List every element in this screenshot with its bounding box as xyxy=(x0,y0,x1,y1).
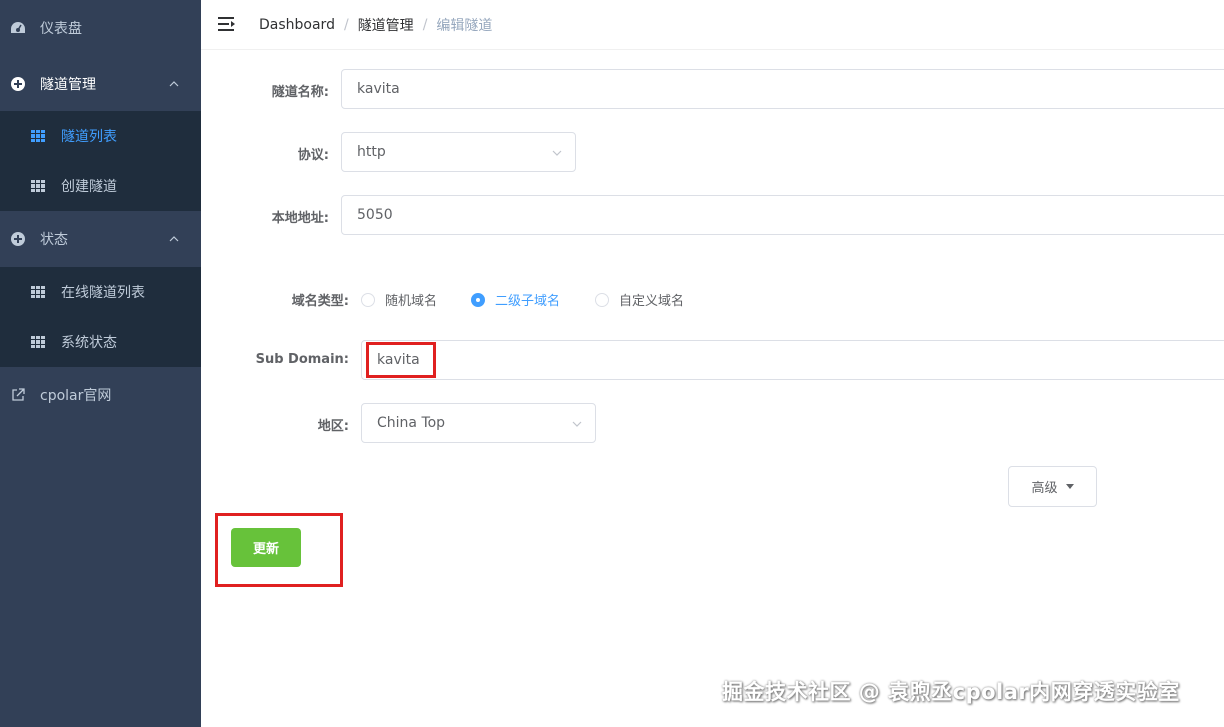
update-label: 更新 xyxy=(252,542,279,557)
sidebar-item-label: 创建隧道 xyxy=(61,179,117,195)
radio-circle xyxy=(595,292,609,307)
sidebar-item-create-tunnel[interactable]: 创建隧道 xyxy=(0,161,201,211)
radio-circle-checked xyxy=(471,292,485,307)
radio-label: 二级子域名 xyxy=(495,294,561,309)
sidebar-item-system-status[interactable]: 系统状态 xyxy=(0,317,201,367)
sidebar-item-tunnel-list[interactable]: 隧道列表 xyxy=(0,111,201,161)
external-link-icon xyxy=(10,387,26,403)
top-header: Dashboard / 隧道管理 / 编辑隧道 xyxy=(201,0,1224,50)
radio-label: 随机域名 xyxy=(385,294,438,309)
sub-domain-input[interactable]: kavita xyxy=(361,340,1224,380)
dashboard-icon xyxy=(10,20,26,36)
chevron-up-icon xyxy=(168,78,180,90)
sidebar-item-label: 在线隧道列表 xyxy=(61,285,145,301)
sub-domain-label: Sub Domain: xyxy=(255,352,349,367)
grid-icon xyxy=(31,180,45,192)
tunnel-name-label: 隧道名称: xyxy=(271,85,329,100)
sidebar-item-tunnel-management[interactable]: 隧道管理 xyxy=(0,56,201,112)
local-address-value: 5050 xyxy=(357,207,393,223)
local-address-label: 本地地址: xyxy=(271,211,329,226)
subdomain-highlight-box xyxy=(366,342,436,378)
radio-circle xyxy=(361,292,375,307)
sidebar-item-dashboard[interactable]: 仪表盘 xyxy=(0,0,201,56)
breadcrumb: Dashboard / 隧道管理 / 编辑隧道 xyxy=(259,15,492,35)
sidebar-item-online-tunnels[interactable]: 在线隧道列表 xyxy=(0,267,201,317)
watermark-text: 掘金技术社区 @ 袁煦丞cpolar内网穿透实验室 xyxy=(722,680,1180,704)
breadcrumb-tunnel-management[interactable]: 隧道管理 xyxy=(358,15,414,35)
grid-icon xyxy=(31,336,45,348)
local-address-input[interactable]: 5050 xyxy=(341,195,1224,235)
advanced-label: 高级 xyxy=(1031,481,1058,496)
breadcrumb-dashboard[interactable]: Dashboard xyxy=(259,17,335,33)
radio-random-domain[interactable]: 随机域名 xyxy=(361,290,437,309)
breadcrumb-separator: / xyxy=(422,17,428,33)
protocol-select[interactable]: http xyxy=(341,132,576,172)
grid-icon xyxy=(31,286,45,298)
sidebar-item-label: cpolar官网 xyxy=(40,388,112,404)
breadcrumb-separator: / xyxy=(343,17,349,33)
plus-circle-icon xyxy=(10,76,26,92)
update-button[interactable]: 更新 xyxy=(231,528,301,567)
sidebar-item-label: 仪表盘 xyxy=(40,21,82,37)
breadcrumb-edit-tunnel: 编辑隧道 xyxy=(436,18,493,34)
tunnel-name-value: kavita xyxy=(357,81,400,97)
protocol-label: 协议: xyxy=(297,148,329,163)
chevron-up-icon xyxy=(168,233,180,245)
plus-circle-icon xyxy=(10,231,26,247)
sidebar-item-cpolar-website[interactable]: cpolar官网 xyxy=(0,367,201,423)
region-value: China Top xyxy=(377,415,446,431)
protocol-value: http xyxy=(357,144,386,160)
radio-label: 自定义域名 xyxy=(619,294,685,309)
region-select[interactable]: China Top xyxy=(361,403,596,443)
region-label: 地区: xyxy=(317,419,349,434)
menu-toggle-icon[interactable] xyxy=(218,16,236,32)
grid-icon xyxy=(31,130,45,142)
chevron-down-icon xyxy=(551,147,563,159)
sidebar-item-label: 隧道管理 xyxy=(40,77,96,93)
sidebar-item-label: 状态 xyxy=(40,232,68,248)
caret-down-icon xyxy=(1065,484,1074,489)
domain-type-label: 域名类型: xyxy=(291,294,349,309)
radio-subdomain[interactable]: 二级子域名 xyxy=(471,290,560,309)
tunnel-name-input[interactable]: kavita xyxy=(341,69,1224,109)
advanced-button[interactable]: 高级 xyxy=(1008,466,1097,507)
sidebar-item-status[interactable]: 状态 xyxy=(0,211,201,267)
sidebar-item-label: 系统状态 xyxy=(61,335,117,351)
sidebar-item-label: 隧道列表 xyxy=(61,129,117,145)
radio-custom-domain[interactable]: 自定义域名 xyxy=(595,290,684,309)
sidebar: 仪表盘 隧道管理 隧道列表 创建隧道 状态 在线隧道列表 系统状态 cpolar… xyxy=(0,0,201,727)
chevron-down-icon xyxy=(571,418,583,430)
